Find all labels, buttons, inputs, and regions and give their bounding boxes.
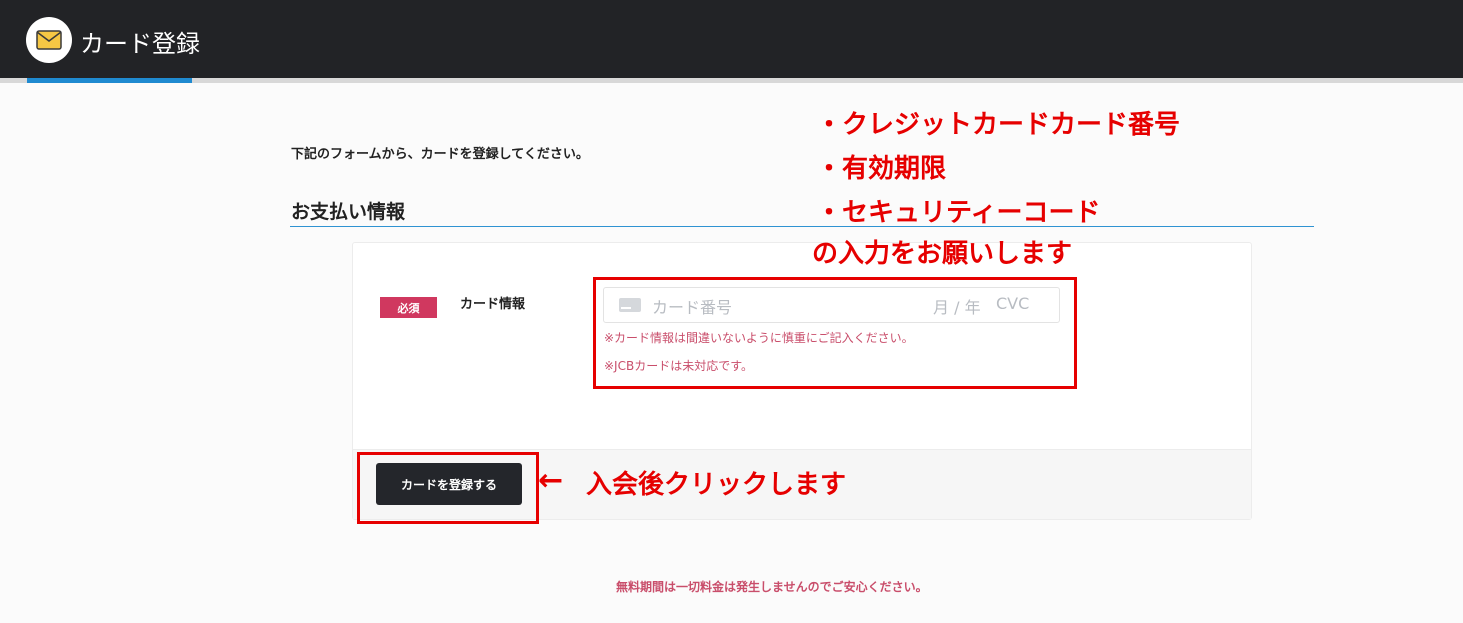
annotation-please-input: の入力をお願いします <box>812 239 1073 269</box>
arrow-left-icon: ← <box>538 463 564 498</box>
highlight-frame-card-input <box>593 277 1077 389</box>
active-tab-indicator <box>27 78 192 83</box>
page-title: カード登録 <box>80 30 200 58</box>
section-divider <box>290 226 1314 227</box>
header-divider <box>0 78 1463 83</box>
annotation-card-number: ・クレジットカードカード番号 <box>816 110 1181 140</box>
annotation-security-code: ・セキュリティーコード <box>816 198 1101 228</box>
highlight-frame-submit-button <box>357 452 539 524</box>
annotation-expiry: ・有効期限 <box>816 154 947 184</box>
card-info-label: カード情報 <box>460 297 526 312</box>
intro-text: 下記のフォームから、カードを登録してください。 <box>291 147 589 162</box>
required-badge: 必須 <box>380 297 437 318</box>
click-annotation: 入会後クリックします <box>586 470 847 500</box>
envelope-icon <box>26 17 72 63</box>
app-header: カード登録 <box>0 0 1463 78</box>
section-title: お支払い情報 <box>291 201 406 223</box>
free-period-note: 無料期間は一切料金は発生しませんのでご安心ください。 <box>616 580 928 594</box>
